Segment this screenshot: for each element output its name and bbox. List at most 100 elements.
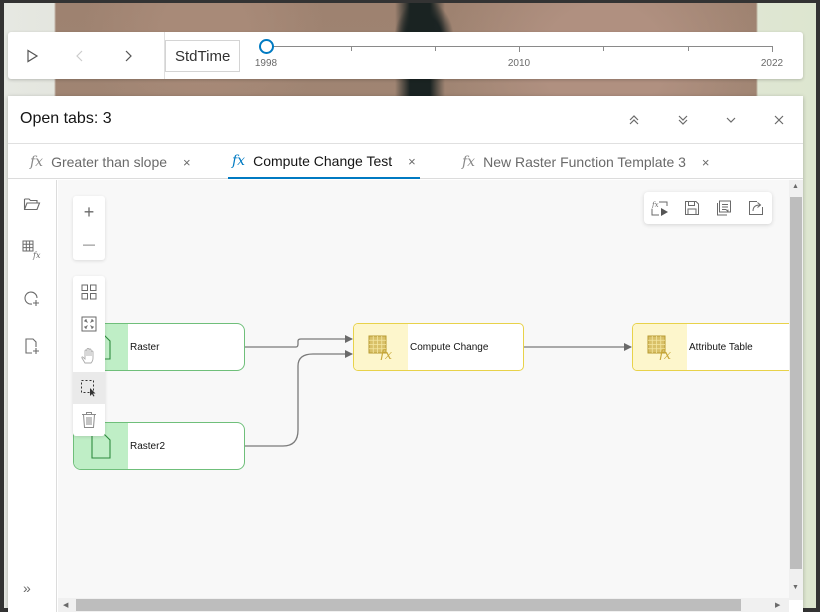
node-label: Raster2 — [130, 440, 166, 452]
vertical-scroll-thumb[interactable] — [790, 197, 802, 569]
window-frame — [0, 0, 4, 612]
grid-layout-icon — [81, 284, 97, 300]
close-icon — [774, 115, 784, 125]
zoom-in-button[interactable]: + — [73, 196, 105, 228]
scroll-right-arrow[interactable]: ▶ — [775, 601, 780, 609]
tab-label: New Raster Function Template 3 — [483, 154, 686, 170]
tab-compute-change-test[interactable]: fx Compute Change Test × — [228, 145, 420, 179]
expand-action-bar-button[interactable]: » — [23, 580, 31, 596]
zoom-controls: + — — [73, 196, 105, 260]
file-icon — [91, 433, 111, 459]
function-icon: fx — [30, 154, 44, 170]
tab-close-button[interactable]: × — [183, 155, 191, 170]
properties-button[interactable] — [708, 192, 740, 224]
open-folder-button[interactable] — [20, 192, 44, 216]
select-button[interactable] — [73, 372, 105, 404]
play-icon — [27, 48, 39, 63]
panel-title: Open tabs: 3 — [20, 110, 112, 127]
minimize-button[interactable] — [719, 108, 743, 132]
tab-greater-than-slope[interactable]: fx Greater than slope × — [26, 145, 195, 179]
scroll-down-arrow[interactable]: ▼ — [792, 584, 799, 591]
slider-tick — [435, 46, 436, 51]
slider-label-mid: 2010 — [507, 58, 531, 69]
auto-layout-button[interactable] — [73, 276, 105, 308]
close-panel-button[interactable] — [767, 108, 791, 132]
zoom-out-button[interactable]: — — [73, 228, 105, 260]
horizontal-scroll-thumb[interactable] — [76, 599, 741, 611]
chevron-left-icon — [76, 50, 83, 61]
horizontal-scrollbar[interactable]: ◀ ▶ — [58, 598, 789, 612]
window-frame — [816, 0, 820, 612]
raster-function-icon: fx — [22, 240, 41, 260]
delete-button[interactable] — [73, 404, 105, 436]
previous-button[interactable] — [60, 32, 100, 79]
chevrons-up-icon — [629, 115, 639, 125]
fit-to-window-button[interactable] — [73, 308, 105, 340]
function-icon: fx — [232, 153, 246, 169]
slider-label-end: 2022 — [760, 58, 784, 69]
raster-functions-button[interactable]: fx — [20, 238, 44, 262]
scroll-left-arrow[interactable]: ◀ — [63, 601, 68, 609]
edge-raster-to-compute-change — [245, 335, 353, 348]
slider-label-start: 1998 — [254, 58, 278, 69]
time-slider: StdTime 1998 2010 2022 — [8, 32, 803, 79]
collapse-down-button[interactable] — [671, 108, 695, 132]
svg-text:fx: fx — [651, 201, 659, 209]
folder-open-icon — [23, 198, 41, 211]
edge-raster2-to-compute-change — [245, 350, 353, 447]
slider-thumb[interactable] — [259, 39, 274, 54]
time-mode-label[interactable]: StdTime — [165, 40, 241, 72]
action-bar: fx » — [8, 180, 57, 612]
tab-close-button[interactable]: × — [408, 154, 416, 169]
slider-tick — [772, 46, 773, 52]
tab-label: Compute Change Test — [253, 153, 393, 169]
node-compute-change[interactable]: fx Compute Change — [353, 323, 524, 371]
chevron-down-icon — [726, 117, 736, 123]
scroll-up-arrow[interactable]: ▲ — [792, 183, 799, 190]
add-raster-button[interactable] — [20, 334, 44, 358]
function-node-icon-area: fx — [633, 324, 687, 370]
slider-tick — [688, 46, 689, 51]
slider-tick — [519, 46, 520, 52]
fit-extent-icon — [81, 316, 97, 332]
export-icon — [749, 201, 763, 215]
pan-button[interactable] — [73, 340, 105, 372]
chevrons-down-icon — [678, 115, 688, 125]
svg-text:fx: fx — [658, 348, 672, 360]
node-label: Attribute Table — [689, 341, 753, 353]
function-editor-canvas[interactable]: Raster Raster2 fx Compute Change fx Attr… — [58, 180, 789, 600]
circle-plus-icon — [24, 291, 39, 306]
run-function-button[interactable]: fx — [644, 192, 676, 224]
play-button[interactable] — [12, 32, 52, 79]
raster-function-icon: fx — [368, 335, 393, 360]
node-attribute-table[interactable]: fx Attribute Table — [632, 323, 789, 371]
tab-label: Greater than slope — [51, 154, 168, 170]
expand-up-button[interactable] — [622, 108, 646, 132]
marquee-select-icon — [81, 380, 96, 397]
tab-close-button[interactable]: × — [702, 155, 710, 170]
svg-text:fx: fx — [379, 348, 393, 360]
svg-text:fx: fx — [32, 251, 41, 260]
panel-header: Open tabs: 3 — [8, 96, 803, 144]
vertical-scrollbar[interactable]: ▲ ▼ — [789, 180, 803, 600]
export-button[interactable] — [740, 192, 772, 224]
node-label: Compute Change — [410, 341, 489, 353]
raster-function-icon: fx — [647, 335, 672, 360]
function-node-icon-area: fx — [354, 324, 408, 370]
tab-bar: fx Greater than slope × fx Compute Chang… — [8, 145, 803, 179]
editor-toolbar: fx — [644, 192, 772, 224]
function-icon: fx — [462, 154, 476, 170]
file-plus-icon — [25, 338, 39, 354]
next-button[interactable] — [108, 32, 148, 79]
trash-icon — [82, 412, 96, 428]
chevron-right-icon — [125, 50, 132, 61]
edges-layer — [245, 335, 632, 447]
hand-icon — [81, 348, 94, 364]
save-button[interactable] — [676, 192, 708, 224]
slider-tick — [603, 46, 604, 51]
canvas-tools — [73, 276, 105, 436]
add-variable-button[interactable] — [20, 286, 44, 310]
slider-tick — [351, 46, 352, 51]
properties-icon — [717, 200, 731, 216]
tab-new-raster-function-template-3[interactable]: fx New Raster Function Template 3 × — [458, 145, 714, 179]
